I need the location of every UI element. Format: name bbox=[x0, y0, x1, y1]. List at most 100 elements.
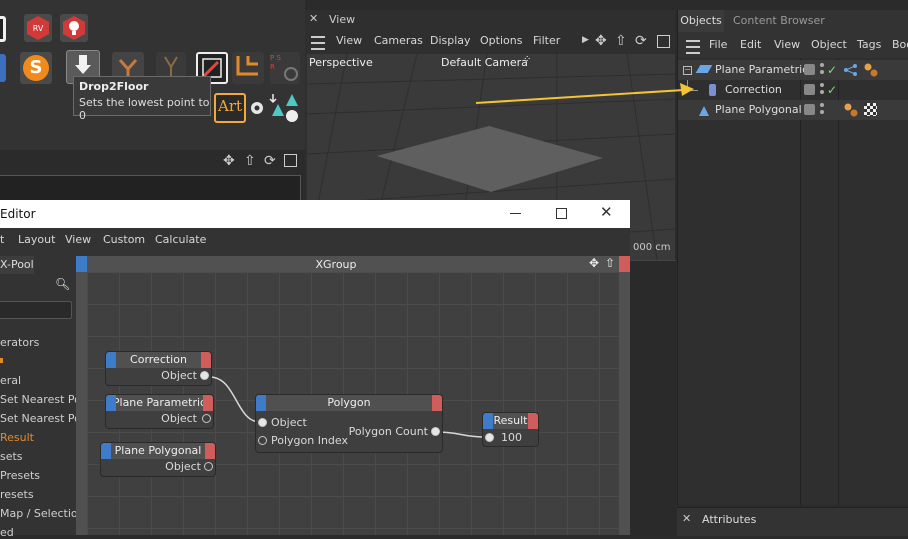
viewport-menu-display[interactable]: Display bbox=[430, 30, 471, 52]
camera-label[interactable]: Default Camera bbox=[441, 56, 528, 69]
visibility-dots-icon[interactable] bbox=[820, 83, 824, 96]
editor-menu-edit[interactable]: t bbox=[0, 229, 4, 251]
xgroup[interactable]: XGroup ✥ ⇧ Correction Object Plane Param… bbox=[76, 256, 630, 535]
objects-menu-bookmarks[interactable]: Boo bbox=[892, 34, 908, 56]
objects-menu-file[interactable]: File bbox=[709, 34, 727, 56]
close-button[interactable]: ✕ bbox=[600, 203, 613, 221]
rv-badge-icon[interactable]: RV bbox=[24, 14, 52, 42]
viewport-menu-cameras[interactable]: Cameras bbox=[374, 30, 423, 52]
object-name-plane-parametric[interactable]: Plane Parametric bbox=[715, 60, 808, 80]
node-correction-title: Correction bbox=[130, 353, 187, 366]
edit-toggle-icon[interactable] bbox=[804, 84, 815, 95]
object-name-correction[interactable]: Correction bbox=[725, 80, 782, 100]
minimize-button[interactable] bbox=[510, 213, 521, 214]
tab-content-browser[interactable]: Content Browser bbox=[733, 10, 825, 32]
node-plane-polygonal[interactable]: Plane Polygonal Object bbox=[101, 443, 215, 476]
pool-item[interactable]: Set Nearest Poi bbox=[0, 412, 84, 425]
viewport-up-icon[interactable]: ⇧ bbox=[615, 33, 627, 49]
enabled-check-icon[interactable]: ✓ bbox=[827, 60, 837, 80]
maximize-button[interactable] bbox=[556, 208, 567, 219]
visibility-dots-icon[interactable] bbox=[820, 103, 824, 116]
node-plane-parametric[interactable]: Plane Parametric Object bbox=[106, 395, 213, 428]
objects-hamburger-icon[interactable] bbox=[686, 40, 700, 54]
nav-up-icon[interactable]: ⇧ bbox=[244, 153, 256, 169]
node-plane-polygonal-out-port[interactable] bbox=[204, 462, 213, 471]
node-polygon-object-label: Object bbox=[271, 416, 307, 429]
node-plane-polygonal-port-label: Object bbox=[165, 460, 201, 473]
node-polygon-object-port[interactable] bbox=[258, 418, 267, 427]
tab-objects[interactable]: Objects bbox=[678, 10, 724, 32]
viewport-rotate-icon[interactable]: ⟳ bbox=[635, 33, 647, 49]
blue-edge-icon[interactable] bbox=[0, 54, 6, 82]
object-name-plane-polygonal[interactable]: Plane Polygonal bbox=[715, 100, 802, 120]
material-tag-icon[interactable] bbox=[863, 63, 879, 77]
shapes-icon[interactable] bbox=[268, 92, 302, 124]
gear-icon[interactable] bbox=[248, 96, 266, 120]
art-icon[interactable]: Art bbox=[214, 93, 246, 123]
viewport-menu-filter[interactable]: Filter bbox=[533, 30, 560, 52]
viewport-more-icon[interactable]: ▶ bbox=[582, 35, 589, 45]
objects-menu-tags[interactable]: Tags bbox=[857, 34, 881, 56]
pool-item[interactable]: resets bbox=[0, 488, 34, 501]
pool-item[interactable]: Map / Selection bbox=[0, 507, 85, 520]
corner-tool-icon[interactable] bbox=[232, 52, 264, 84]
node-plane-parametric-out-port[interactable] bbox=[202, 414, 211, 423]
viewport-menu-options[interactable]: Options bbox=[480, 30, 522, 52]
viewport-maximize-icon[interactable] bbox=[657, 35, 670, 48]
checker-tag-icon[interactable] bbox=[864, 103, 877, 116]
object-row-plane-polygonal[interactable]: Plane Polygonal bbox=[678, 100, 908, 120]
s-logo-icon[interactable]: S bbox=[20, 52, 52, 84]
object-row-correction[interactable]: Correction ✓ bbox=[678, 80, 908, 100]
objects-menu-view[interactable]: View bbox=[774, 34, 800, 56]
plane-icon bbox=[695, 65, 713, 73]
camera-dots-icon[interactable]: ⁘ bbox=[523, 54, 531, 65]
nav-maximize-icon[interactable] bbox=[284, 154, 297, 167]
xpresso-tag-icon[interactable] bbox=[843, 63, 859, 77]
edit-toggle-icon[interactable] bbox=[804, 64, 815, 75]
xpool-search-input[interactable] bbox=[0, 301, 72, 319]
node-polygon-count-port[interactable] bbox=[431, 427, 440, 436]
node-polygon[interactable]: Polygon Object Polygon Index Polygon Cou… bbox=[256, 395, 442, 452]
visibility-dots-icon[interactable] bbox=[820, 63, 824, 76]
lightbulb-icon[interactable] bbox=[60, 14, 88, 42]
editor-menu-view[interactable]: View bbox=[65, 229, 91, 251]
lower-middle-area bbox=[630, 260, 676, 536]
editor-menu-layout[interactable]: Layout bbox=[18, 229, 55, 251]
edit-toggle-icon[interactable] bbox=[804, 104, 815, 115]
xpool-search-icon[interactable]: 🔍︎ bbox=[55, 277, 70, 291]
object-row-plane-parametric[interactable]: − Plane Parametric ✓ bbox=[678, 60, 908, 80]
node-polygon-index-port[interactable] bbox=[258, 436, 267, 445]
hamburger-icon[interactable] bbox=[311, 36, 325, 50]
enabled-check-icon[interactable]: ✓ bbox=[827, 80, 837, 100]
viewport-menu-view[interactable]: View bbox=[336, 30, 362, 52]
pool-item[interactable]: eral bbox=[0, 374, 21, 387]
objects-menu-edit[interactable]: Edit bbox=[740, 34, 761, 56]
nav-rotate-icon[interactable]: ⟳ bbox=[264, 153, 276, 169]
expand-icon[interactable]: − bbox=[683, 66, 692, 75]
grid-spacing-label: 000 cm bbox=[633, 242, 671, 253]
viewport-close-icon[interactable]: ✕ bbox=[309, 12, 318, 25]
pool-item[interactable]: Presets bbox=[0, 469, 40, 482]
node-result-in-port[interactable] bbox=[485, 433, 494, 442]
node-result[interactable]: Result 100 bbox=[483, 413, 538, 446]
node-correction[interactable]: Correction Object bbox=[106, 352, 211, 385]
node-correction-out-port[interactable] bbox=[200, 371, 209, 380]
editor-menu-calculate[interactable]: Calculate bbox=[155, 229, 206, 251]
nav-move-icon[interactable]: ✥ bbox=[223, 153, 235, 169]
attributes-close-icon[interactable]: ✕ bbox=[682, 512, 691, 525]
partial-white-icon[interactable] bbox=[0, 16, 6, 42]
editor-menu-custom[interactable]: Custom bbox=[103, 229, 145, 251]
material-tag-icon[interactable] bbox=[843, 103, 859, 117]
objects-menu-object[interactable]: Object bbox=[811, 34, 847, 56]
viewport-move-icon[interactable]: ✥ bbox=[595, 33, 607, 49]
node-polygon-index-label: Polygon Index bbox=[271, 434, 348, 447]
pool-item[interactable]: ed bbox=[0, 526, 14, 539]
xpool-tab[interactable]: X-Pool bbox=[0, 256, 34, 274]
pool-item-result[interactable]: Result bbox=[0, 431, 34, 444]
psr-icon[interactable]: P S R bbox=[270, 52, 300, 84]
pool-item[interactable]: sets bbox=[0, 450, 23, 463]
pool-item[interactable]: erators bbox=[0, 336, 39, 349]
annotation-arrow bbox=[475, 83, 694, 104]
projection-label[interactable]: Perspective bbox=[309, 56, 373, 69]
pool-item[interactable]: Set Nearest Poi bbox=[0, 393, 84, 406]
